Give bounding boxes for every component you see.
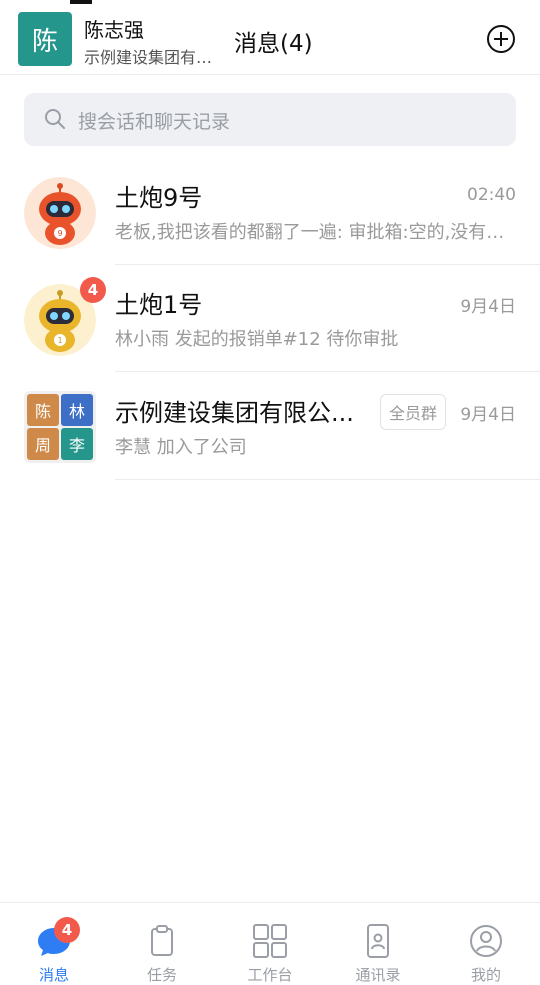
tab-label: 任务 (146, 966, 177, 984)
conversation-item[interactable]: 1 4 土炮1号 9月4日 林小雨 发起的报销单#12 待你审批 (0, 265, 540, 372)
org-avatar[interactable]: 陈 (18, 12, 72, 66)
search-bar[interactable]: 搜会话和聊天记录 (24, 93, 516, 146)
robot-avatar: 9 (24, 177, 96, 249)
org-name[interactable]: 示例建设集团有限公司 (84, 44, 224, 68)
bottom-tab-bar: 4 消息 任务 工作台 通讯录 我的 (0, 902, 540, 984)
search-placeholder: 搜会话和聊天记录 (78, 111, 231, 133)
group-avatar: 陈 林 周 李 (24, 391, 96, 463)
divider (115, 479, 540, 480)
group-member-avatar: 周 (27, 428, 59, 460)
search-icon (45, 109, 65, 129)
tab-tasks[interactable]: 任务 (108, 903, 216, 984)
tab-label: 工作台 (247, 966, 293, 984)
tab-label: 我的 (470, 966, 501, 984)
conversation-name: 示例建设集团有限公... (115, 399, 354, 427)
user-name[interactable]: 陈志强 (84, 14, 144, 43)
add-circle-icon[interactable] (486, 24, 516, 54)
conversation-preview: 老板,我把该看的都翻了一遍: 审批箱:空的,没有待审批 (115, 222, 517, 243)
conversation-preview: 林小雨 发起的报销单#12 待你审批 (115, 329, 399, 350)
conversation-time: 9月4日 (460, 297, 516, 317)
tab-label: 消息 (38, 966, 69, 984)
grid-icon (253, 924, 287, 958)
conversation-name: 土炮9号 (115, 184, 203, 212)
divider (115, 371, 540, 372)
robot-avatar-icon: 9 (24, 177, 96, 249)
page-title: 消息(4) (234, 31, 313, 57)
svg-text:9: 9 (57, 229, 62, 238)
user-profile-icon (470, 925, 502, 957)
conversation-time: 9月4日 (460, 405, 516, 425)
group-tag: 全员群 (380, 394, 447, 430)
conversation-name: 土炮1号 (115, 291, 203, 319)
unread-badge: 4 (80, 277, 106, 303)
phone-contacts-icon (367, 924, 389, 958)
tab-me[interactable]: 我的 (432, 903, 540, 984)
top-header: 陈 陈志强 示例建设集团有限公司 消息(4) (0, 0, 540, 75)
group-member-avatar: 陈 (27, 394, 59, 426)
tab-label: 通讯录 (355, 966, 401, 984)
tab-messages[interactable]: 4 消息 (0, 903, 108, 984)
svg-text:1: 1 (57, 336, 62, 345)
conversation-item[interactable]: 陈 林 周 李 示例建设集团有限公... 全员群 9月4日 李慧 加入了公司 (0, 373, 540, 480)
conversation-item[interactable]: 9 土炮9号 02:40 老板,我把该看的都翻了一遍: 审批箱:空的,没有待审批 (0, 158, 540, 265)
group-member-avatar: 林 (61, 394, 93, 426)
tab-workbench[interactable]: 工作台 (216, 903, 324, 984)
unread-badge: 4 (54, 917, 80, 943)
tab-contacts[interactable]: 通讯录 (324, 903, 432, 984)
clipboard-icon (151, 925, 173, 956)
group-member-avatar: 李 (61, 428, 93, 460)
conversation-preview: 李慧 加入了公司 (115, 437, 247, 458)
conversation-time: 02:40 (467, 185, 516, 205)
